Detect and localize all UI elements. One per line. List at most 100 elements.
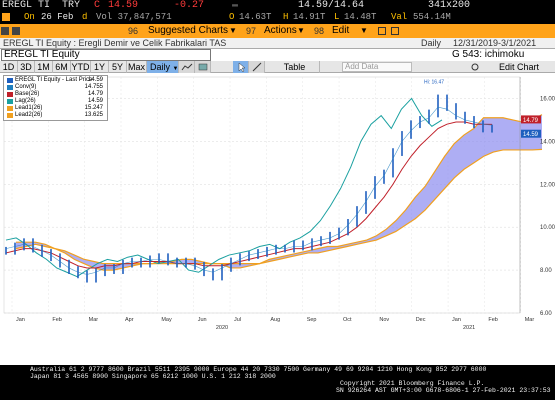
toolbar-square-icon[interactable] bbox=[1, 27, 9, 35]
legend-item: Lead2(26) 13.625 bbox=[6, 112, 105, 119]
low-label: L bbox=[334, 12, 340, 22]
traded-value: 554.14M bbox=[413, 12, 451, 22]
pointer-tool-icon[interactable] bbox=[233, 61, 249, 73]
legend-value: 14.59 bbox=[87, 77, 103, 83]
chart-style-icon[interactable] bbox=[179, 61, 195, 73]
footer-copyright: Copyright 2021 Bloomberg Finance L.P. bbox=[340, 380, 485, 387]
x-month-label: Feb bbox=[488, 317, 497, 323]
x-month-label: Apr bbox=[125, 317, 134, 323]
toolbar-square-icon[interactable] bbox=[378, 27, 386, 35]
vol-label: d bbox=[82, 12, 88, 22]
legend-value: 13.625 bbox=[84, 112, 103, 118]
period-max[interactable]: Max bbox=[127, 61, 147, 73]
legend-swatch-icon bbox=[7, 113, 13, 118]
frequency-value: Daily bbox=[150, 62, 171, 72]
security-bar: EREGL TI Equity G 543: ichimoku bbox=[0, 49, 555, 61]
legend-swatch-icon bbox=[7, 85, 13, 90]
period-1y[interactable]: 1Y bbox=[91, 61, 109, 73]
x-month-label: Oct bbox=[343, 317, 352, 323]
toolbar-square-icon[interactable] bbox=[391, 27, 399, 35]
price-tag-label: 14.79 bbox=[523, 118, 539, 124]
dropdown-arrow-icon[interactable]: ▼ bbox=[360, 25, 368, 37]
footer: Australia 61 2 9777 8600 Brazil 5511 239… bbox=[0, 365, 555, 400]
high-annotation: Hi: 16.47 bbox=[424, 79, 444, 85]
open-label: O bbox=[229, 12, 235, 22]
high-price: 14.91T bbox=[293, 12, 326, 22]
legend-value: 14.79 bbox=[87, 91, 103, 97]
add-data-field[interactable]: Add Data bbox=[342, 62, 412, 72]
x-month-label: Jan bbox=[16, 317, 25, 323]
settings-icon[interactable] bbox=[469, 61, 481, 73]
price-flag: C bbox=[94, 0, 101, 11]
x-month-label: Jul bbox=[234, 317, 241, 323]
high-label: H bbox=[283, 12, 289, 22]
x-month-label: Aug bbox=[270, 317, 280, 323]
page-id: G 543: ichimoku bbox=[452, 49, 525, 60]
price-tag-label: 14.59 bbox=[523, 132, 539, 138]
legend-value: 14.755 bbox=[84, 84, 103, 90]
footer-phones-1: Australia 61 2 9777 8600 Brazil 5511 239… bbox=[30, 366, 487, 373]
legend-swatch-icon bbox=[7, 99, 13, 104]
dropdown-arrow-icon[interactable]: ▼ bbox=[229, 25, 237, 37]
legend-item: Conv(9) 14.755 bbox=[6, 84, 105, 91]
edit-chart-button[interactable]: Edit Chart bbox=[483, 61, 555, 73]
period-1d[interactable]: 1D bbox=[0, 61, 18, 73]
x-month-label: May bbox=[161, 317, 172, 323]
draw-tool-icon[interactable] bbox=[249, 61, 265, 73]
footer-session: SN 926264 AST GMT+3:00 G678-6806-1 27-Fe… bbox=[336, 387, 551, 394]
y-tick-label: 16.00 bbox=[540, 96, 555, 102]
period-1m[interactable]: 1M bbox=[35, 61, 53, 73]
legend-value: 15.247 bbox=[84, 105, 103, 111]
x-month-label: Sep bbox=[307, 317, 317, 323]
x-month-label: Nov bbox=[379, 317, 389, 323]
chevron-down-icon: ▼ bbox=[172, 66, 179, 72]
ticker: EREGL TI bbox=[2, 0, 51, 11]
quote-line-1: EREGL TI TRY C 14.59 -0.27 ▬ 14.59/14.64… bbox=[0, 0, 555, 12]
table-button[interactable]: Table bbox=[270, 61, 320, 73]
x-month-label: Jun bbox=[198, 317, 207, 323]
actions-button[interactable]: Actions bbox=[264, 25, 297, 37]
legend-label: Base(26) bbox=[15, 91, 40, 97]
toolbar-square-icon[interactable] bbox=[12, 27, 20, 35]
x-month-label: Mar bbox=[525, 317, 535, 323]
legend-item: EREGL TI Equity - Last Price 14.59 bbox=[6, 77, 105, 84]
bid-ask-size: 341x200 bbox=[428, 0, 471, 11]
volume: Vol 37,847,571 bbox=[96, 12, 172, 22]
legend-item: Base(26) 14.79 bbox=[6, 91, 105, 98]
title-bar: EREGL TI Equity : Eregli Demir ve Celik … bbox=[0, 38, 555, 49]
actions-number: 97 bbox=[246, 26, 257, 36]
last-price: 14.59 bbox=[108, 0, 139, 11]
security-input[interactable]: EREGL TI Equity bbox=[1, 49, 211, 61]
period-5y[interactable]: 5Y bbox=[109, 61, 127, 73]
legend-swatch-icon bbox=[7, 78, 13, 83]
chart-options-icon[interactable] bbox=[195, 61, 211, 73]
frequency-select[interactable]: Daily ▼ bbox=[147, 61, 179, 73]
legend-label: Lead2(26) bbox=[15, 112, 43, 118]
frequency-label: Daily bbox=[421, 38, 442, 48]
quote-line-2: On 26 Feb d Vol 37,847,571 O 14.63T H 14… bbox=[0, 12, 555, 24]
period-3d[interactable]: 3D bbox=[18, 61, 35, 73]
period-ytd[interactable]: YTD bbox=[71, 61, 91, 73]
legend-label: Conv(9) bbox=[15, 84, 37, 90]
open-price: 14.63T bbox=[239, 12, 272, 22]
legend-swatch-icon bbox=[7, 92, 13, 97]
chart-area[interactable]: Hi: 16.47 14.79 14.59 16.00 14.00 12.00 10.00 8… bbox=[0, 73, 555, 365]
y-tick-label: 6.00 bbox=[540, 311, 552, 317]
net-change: -0.27 bbox=[174, 0, 205, 11]
x-month-label: Jan bbox=[452, 317, 461, 323]
status-flag-icon bbox=[2, 13, 10, 21]
legend-swatch-icon bbox=[7, 106, 13, 111]
x-year-label: 2021 bbox=[463, 325, 475, 331]
chart-legend: EREGL TI Equity - Last Price 14.59 Conv(9… bbox=[3, 75, 108, 121]
dropdown-arrow-icon[interactable]: ▼ bbox=[297, 25, 305, 37]
period-6m[interactable]: 6M bbox=[53, 61, 71, 73]
currency: TRY bbox=[62, 0, 81, 11]
legend-item: Lag(26) 14.59 bbox=[6, 98, 105, 105]
tick-direction-icon: ▬ bbox=[232, 0, 239, 11]
edit-button[interactable]: Edit bbox=[332, 25, 349, 37]
security-description: EREGL TI Equity : Eregli Demir ve Celik … bbox=[3, 38, 227, 48]
edit-number: 98 bbox=[314, 26, 325, 36]
y-tick-label: 10.00 bbox=[540, 225, 555, 231]
suggested-charts-button[interactable]: Suggested Charts bbox=[148, 25, 228, 37]
last-date: 26 Feb bbox=[41, 12, 74, 22]
